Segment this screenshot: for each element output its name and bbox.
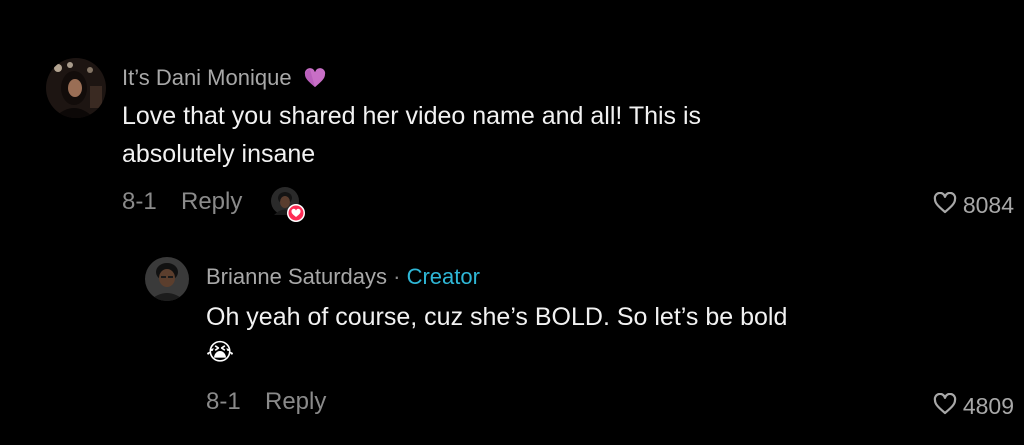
comment-date: 8-1	[206, 388, 241, 415]
reply-button[interactable]: Reply	[181, 190, 242, 214]
comment-text-line: Love that you shared her video name and …	[122, 102, 702, 130]
creator-label: Creator	[406, 264, 480, 289]
avatar[interactable]	[46, 58, 106, 118]
like-button[interactable]: 8084	[933, 191, 1014, 218]
loudly-crying-emoji: 😭	[206, 339, 235, 366]
reply-button[interactable]: Reply	[265, 390, 326, 414]
username-text[interactable]: It’s Dani Monique	[122, 65, 292, 90]
like-count: 4809	[962, 392, 1014, 419]
comment-text: Love that you shared her video name and …	[122, 97, 701, 173]
comment-text-line: absolutely insane	[122, 140, 316, 168]
like-button[interactable]: 4809	[933, 392, 1014, 419]
comment-date: 8-1	[122, 188, 157, 215]
like-count: 8084	[962, 191, 1014, 218]
liked-by-creator-badge	[270, 186, 306, 224]
username-text[interactable]: Brianne Saturdays	[206, 264, 387, 289]
heart-outline-icon	[933, 392, 957, 419]
avatar[interactable]	[145, 257, 189, 301]
separator: ·	[393, 264, 401, 289]
comment-text: Oh yeah of course, cuz she’s BOLD. So le…	[206, 303, 788, 331]
comment-username[interactable]: It’s Dani Monique	[122, 67, 326, 92]
purple-heart-icon	[304, 68, 326, 92]
heart-outline-icon	[933, 191, 957, 218]
reply-username-line: Brianne Saturdays · Creator	[206, 266, 480, 288]
